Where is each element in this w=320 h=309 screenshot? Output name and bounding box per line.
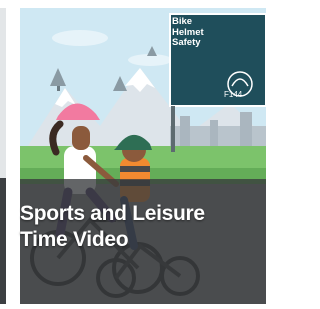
- video-title-link[interactable]: Sports and Leisure Time Video: [20, 201, 242, 253]
- sign-title-line3: Safety: [172, 37, 201, 48]
- sign-title-line1: Bike: [172, 16, 193, 27]
- adjacent-card-edge[interactable]: [0, 8, 6, 304]
- sign-code: F144: [224, 90, 243, 99]
- adjacent-card-caption-edge: [0, 178, 6, 304]
- sign-title: Bike Helmet Safety: [172, 16, 204, 49]
- video-card[interactable]: [20, 8, 266, 304]
